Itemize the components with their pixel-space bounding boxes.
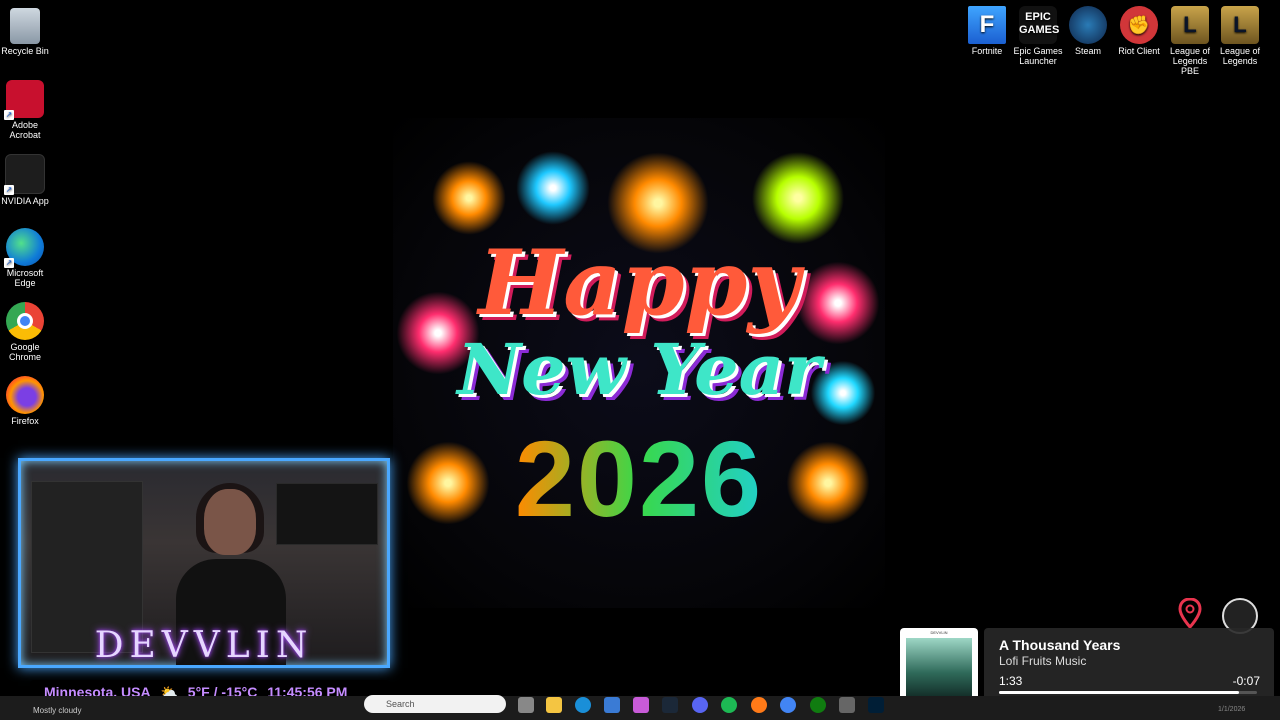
taskbar-date: 1/1/2026 bbox=[1218, 706, 1246, 713]
shortcut-arrow-icon: ↗ bbox=[4, 110, 14, 120]
desktop-icon-label: Steam bbox=[1074, 46, 1101, 56]
desktop-icon-label: League of Legends PBE bbox=[1169, 46, 1211, 76]
desktop-icon-recycle-bin[interactable]: Recycle Bin bbox=[0, 8, 51, 56]
copilot-icon[interactable] bbox=[633, 697, 649, 713]
desktop-icon-microsoft-edge[interactable]: ↗ Microsoft Edge bbox=[0, 228, 51, 288]
firework-decoration bbox=[513, 148, 593, 228]
taskbar-weather[interactable]: Mostly cloudy bbox=[33, 706, 81, 715]
desktop-icon-lol-pbe[interactable]: L League of Legends PBE bbox=[1164, 6, 1216, 76]
desktop-icon-adobe-acrobat[interactable]: ↗ Adobe Acrobat bbox=[0, 80, 51, 140]
desktop-icon-label: Epic Games Launcher bbox=[1013, 46, 1063, 66]
desktop-icon-fortnite[interactable]: F Fortnite bbox=[961, 6, 1013, 56]
desktop-icon-riot-client[interactable]: ✊ Riot Client bbox=[1113, 6, 1165, 56]
discord-icon[interactable] bbox=[692, 697, 708, 713]
desktop-icon-firefox[interactable]: Firefox bbox=[0, 376, 51, 426]
desktop-icon-steam[interactable]: Steam bbox=[1062, 6, 1114, 56]
desktop-icon-label: Fortnite bbox=[971, 46, 1003, 56]
firework-decoration bbox=[429, 158, 509, 238]
app-taskbar-icon[interactable] bbox=[839, 697, 855, 713]
track-title: A Thousand Years bbox=[999, 637, 1121, 653]
nvidia-icon: ↗ bbox=[4, 154, 45, 195]
desktop-icon-label: Google Chrome bbox=[8, 342, 41, 362]
wallpaper-year-text: 2026 bbox=[393, 416, 885, 541]
chrome-taskbar-icon[interactable] bbox=[780, 697, 796, 713]
epic-games-icon: EPIC GAMES bbox=[1019, 6, 1059, 44]
desktop-icon-label: Recycle Bin bbox=[1, 46, 49, 56]
wallpaper-new-year-art: Happy New Year 2026 bbox=[393, 118, 885, 608]
desktop-icon-google-chrome[interactable]: Google Chrome bbox=[0, 302, 51, 362]
task-view-icon[interactable] bbox=[518, 697, 534, 713]
location-pin-icon[interactable] bbox=[1178, 598, 1202, 628]
spotify-icon[interactable] bbox=[721, 697, 737, 713]
now-playing-panel[interactable]: A Thousand Years Lofi Fruits Music 1:33 … bbox=[984, 628, 1274, 706]
edge-taskbar-icon[interactable] bbox=[575, 697, 591, 713]
album-art: DEVVLIN A THOUSAND YEARS bbox=[900, 628, 978, 706]
steam-icon bbox=[1069, 6, 1107, 44]
desktop-icon-label: Adobe Acrobat bbox=[9, 120, 41, 140]
league-pbe-icon: L bbox=[1171, 6, 1209, 44]
photoshop-icon[interactable] bbox=[868, 697, 884, 713]
desktop-icon-lol[interactable]: L League of Legends bbox=[1214, 6, 1266, 66]
league-icon: L bbox=[1221, 6, 1259, 44]
track-artist: Lofi Fruits Music bbox=[999, 654, 1087, 668]
shortcut-arrow-icon: ↗ bbox=[4, 185, 14, 195]
streamer-name: DEVVLIN bbox=[94, 625, 314, 666]
progress-track[interactable] bbox=[999, 691, 1257, 694]
xbox-icon[interactable] bbox=[810, 697, 826, 713]
track-remaining: -0:07 bbox=[1232, 674, 1260, 688]
progress-fill bbox=[999, 691, 1239, 694]
track-elapsed: 1:33 bbox=[999, 674, 1023, 688]
wallpaper-happy-text: Happy bbox=[478, 230, 800, 336]
firefox-icon bbox=[6, 376, 44, 414]
desktop-icon-label: Firefox bbox=[11, 416, 39, 426]
edge-icon: ↗ bbox=[4, 228, 44, 268]
steam-taskbar-icon[interactable] bbox=[662, 697, 678, 713]
file-explorer-icon[interactable] bbox=[546, 697, 562, 713]
webcam-background-monitor bbox=[276, 483, 378, 545]
desktop-icon-label: Microsoft Edge bbox=[6, 268, 44, 288]
firefox-taskbar-icon[interactable] bbox=[751, 697, 767, 713]
wallpaper-new-year-text: New Year bbox=[457, 328, 821, 411]
desktop-icon-epic-games[interactable]: EPIC GAMES Epic Games Launcher bbox=[1012, 6, 1064, 66]
riot-client-icon: ✊ bbox=[1120, 6, 1158, 44]
desktop-icon-label: League of Legends bbox=[1219, 46, 1261, 66]
recycle-bin-icon bbox=[10, 8, 40, 44]
album-art-top-text: DEVVLIN bbox=[930, 630, 948, 635]
chrome-icon bbox=[6, 302, 44, 340]
taskbar-search-input[interactable]: Search bbox=[364, 695, 506, 713]
desktop-icon-nvidia-app[interactable]: ↗ NVIDIA App bbox=[0, 154, 51, 206]
adobe-acrobat-icon: ↗ bbox=[4, 80, 44, 120]
shortcut-arrow-icon: ↗ bbox=[4, 258, 14, 268]
fortnite-icon: F bbox=[968, 6, 1006, 44]
store-icon[interactable] bbox=[604, 697, 620, 713]
desktop-icon-label: NVIDIA App bbox=[1, 196, 49, 206]
desktop-icon-label: Riot Client bbox=[1118, 46, 1160, 56]
